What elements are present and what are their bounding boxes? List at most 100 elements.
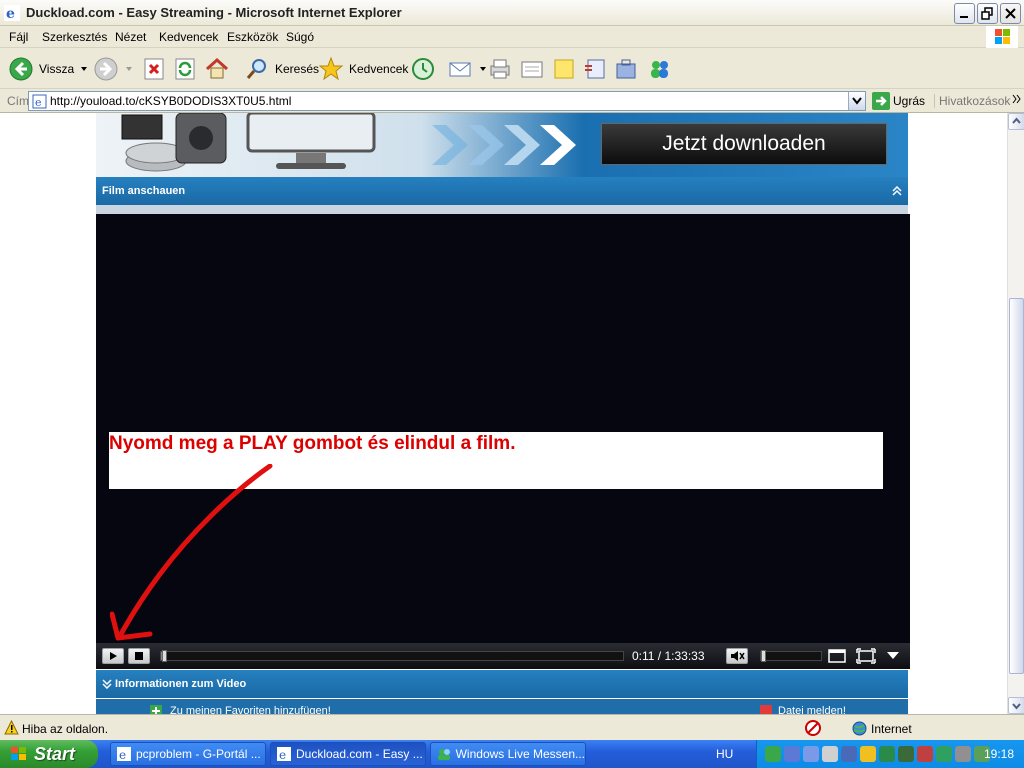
- scroll-down-button[interactable]: [1008, 697, 1024, 714]
- menu-help[interactable]: Súgó: [286, 30, 314, 44]
- add-favorites-link[interactable]: Zu meinen Favoriten hinzufügen!: [170, 705, 331, 714]
- menu-favorites[interactable]: Kedvencek: [159, 30, 218, 44]
- svg-text:e: e: [6, 6, 15, 21]
- search-button[interactable]: Keresés: [244, 54, 319, 84]
- speaker-mute-icon: [731, 651, 745, 661]
- menu-file[interactable]: Fájl: [9, 30, 28, 44]
- stop-button[interactable]: [141, 54, 167, 84]
- player-controls: 0:11 / 1:33:33: [96, 643, 910, 669]
- ie-icon: e: [4, 5, 20, 21]
- home-button[interactable]: [204, 54, 230, 84]
- warning-icon[interactable]: [4, 720, 19, 735]
- scroll-up-button[interactable]: [1008, 113, 1024, 130]
- info-section-header[interactable]: Informationen zum Video: [96, 670, 908, 698]
- edit-button[interactable]: [519, 54, 545, 84]
- seek-thumb[interactable]: [162, 650, 167, 662]
- minimize-button[interactable]: [954, 3, 975, 24]
- keyboard-tray-icon[interactable]: [822, 746, 838, 762]
- address-dropdown-button[interactable]: [848, 92, 865, 110]
- messenger-tray-icon[interactable]: [765, 746, 781, 762]
- download-button[interactable]: Jetzt downloaden: [601, 123, 887, 165]
- links-toolbar[interactable]: Hivatkozások: [934, 94, 1010, 108]
- chevron-down-icon: [480, 67, 486, 71]
- wireless-tray-icon[interactable]: [879, 746, 895, 762]
- fullscreen-icon[interactable]: [856, 648, 876, 664]
- refresh-button[interactable]: [172, 54, 198, 84]
- settings-tray-icon[interactable]: [955, 746, 971, 762]
- video-player[interactable]: Nyomd meg a PLAY gombot és elindul a fil…: [96, 214, 910, 669]
- discuss-button[interactable]: [551, 54, 577, 84]
- print-button[interactable]: [487, 54, 513, 84]
- home-icon: [205, 57, 229, 79]
- favorites-button[interactable]: Kedvencek: [318, 54, 408, 84]
- task-gportal[interactable]: e pcproblem - G-Portál ...: [110, 742, 266, 766]
- go-arrow-icon: [872, 92, 890, 110]
- volume-thumb[interactable]: [761, 650, 766, 662]
- network-tray-icon[interactable]: [784, 746, 800, 762]
- forward-arrow-icon: [94, 57, 118, 81]
- address-label: Cím: [7, 94, 29, 108]
- start-button[interactable]: Start: [0, 740, 98, 768]
- report-file-link[interactable]: Datei melden!: [778, 705, 846, 714]
- restore-icon: [981, 7, 993, 20]
- play-icon: [110, 652, 117, 660]
- chevron-right-icon[interactable]: [1012, 92, 1022, 106]
- vertical-scrollbar[interactable]: [1007, 113, 1024, 714]
- seek-bar[interactable]: [160, 650, 624, 662]
- system-tray: 19:18: [756, 740, 1024, 768]
- volume-slider[interactable]: [760, 650, 822, 662]
- update-tray-icon[interactable]: [936, 746, 952, 762]
- back-label: Vissza: [39, 62, 75, 76]
- svg-text:e: e: [279, 748, 286, 761]
- forward-button[interactable]: [93, 54, 134, 84]
- shield-tray-icon[interactable]: [860, 746, 876, 762]
- menu-down-icon[interactable]: [886, 651, 900, 661]
- favorites-label: Kedvencek: [349, 62, 409, 76]
- page-icon: e: [32, 94, 47, 109]
- display-tray-icon[interactable]: [803, 746, 819, 762]
- watch-section-header[interactable]: Film anschauen: [96, 177, 908, 205]
- back-button[interactable]: Vissza: [8, 54, 89, 84]
- security-zone: Internet: [852, 721, 912, 736]
- play-button[interactable]: [102, 648, 124, 664]
- mute-button[interactable]: [726, 648, 748, 664]
- messenger-icon: [651, 61, 668, 78]
- search-label: Keresés: [275, 62, 320, 76]
- go-button[interactable]: Ugrás: [872, 92, 925, 110]
- scroll-thumb[interactable]: [1009, 298, 1024, 674]
- research-button[interactable]: [582, 54, 608, 84]
- mail-button[interactable]: [448, 54, 487, 84]
- start-label: Start: [34, 744, 76, 764]
- antivirus-tray-icon[interactable]: [898, 746, 914, 762]
- menu-tools[interactable]: Eszközök: [227, 30, 278, 44]
- language-indicator[interactable]: HU: [716, 747, 733, 761]
- globe-icon: [852, 721, 867, 736]
- go-label: Ugrás: [893, 94, 926, 108]
- title-bar: e Duckload.com - Easy Streaming - Micros…: [0, 0, 1024, 26]
- tools-button[interactable]: [613, 54, 639, 84]
- popup-blocked-icon[interactable]: [805, 720, 821, 736]
- messenger-button[interactable]: [647, 54, 673, 84]
- window-mode-icon[interactable]: [828, 649, 846, 663]
- firewall-tray-icon[interactable]: [917, 746, 933, 762]
- collapse-icon[interactable]: [892, 186, 902, 196]
- task-duckload[interactable]: e Duckload.com - Easy ...: [270, 742, 426, 766]
- arrows-graphic: [432, 125, 576, 165]
- task-label: Duckload.com - Easy ...: [296, 747, 423, 761]
- toolbox-icon: [616, 59, 636, 79]
- stop-video-button[interactable]: [128, 648, 150, 664]
- svg-text:e: e: [35, 96, 42, 109]
- address-input[interactable]: e http://youload.to/cKSYB0DODIS3XT0U5.ht…: [28, 91, 866, 111]
- svg-text:e: e: [119, 748, 126, 761]
- task-messenger[interactable]: Windows Live Messen...: [430, 742, 586, 766]
- task-label: Windows Live Messen...: [455, 747, 585, 761]
- close-button[interactable]: [1000, 3, 1021, 24]
- menu-view[interactable]: Nézet: [115, 30, 146, 44]
- menu-edit[interactable]: Szerkesztés: [42, 30, 107, 44]
- history-button[interactable]: [410, 54, 436, 84]
- add-icon: [150, 705, 162, 714]
- maximize-button[interactable]: [977, 3, 998, 24]
- printer-icon: [490, 59, 510, 79]
- player-time: 0:11 / 1:33:33: [632, 649, 705, 663]
- device-tray-icon[interactable]: [841, 746, 857, 762]
